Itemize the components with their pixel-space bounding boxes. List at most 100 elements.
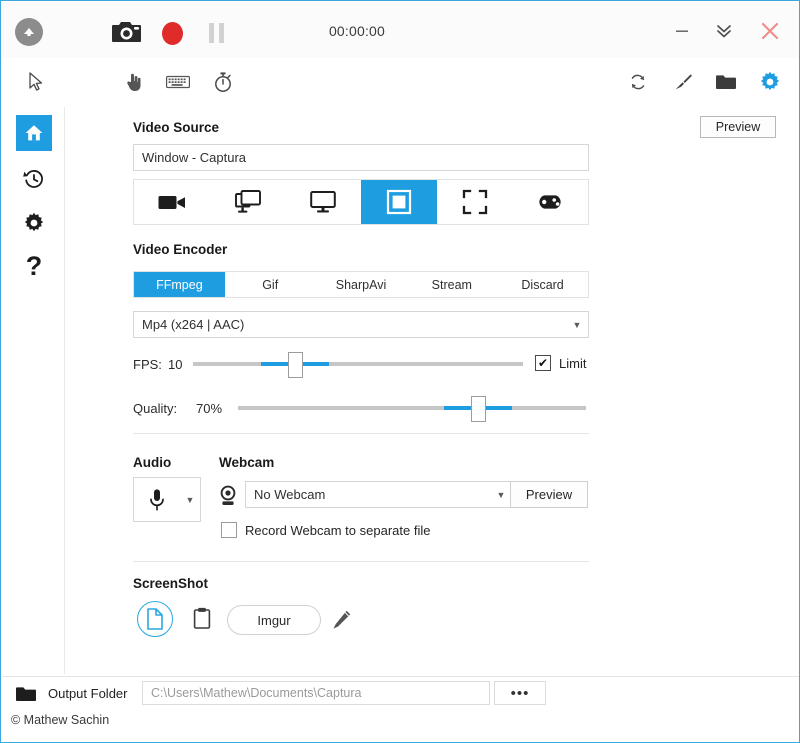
screenshot-button[interactable] xyxy=(111,19,143,45)
brush-button[interactable] xyxy=(667,66,699,98)
screenshot-edit-button[interactable] xyxy=(326,605,356,635)
video-encoder-title: Video Encoder xyxy=(133,242,227,257)
limit-checkbox-label: Limit xyxy=(559,356,586,371)
video-source-title: Video Source xyxy=(133,120,219,135)
settings-button[interactable] xyxy=(754,66,786,98)
logo-cloud-icon xyxy=(21,24,37,40)
credit-text: © Mathew Sachin xyxy=(11,713,109,727)
audio-source-select[interactable]: ▼ xyxy=(133,477,201,522)
quality-label: Quality: xyxy=(133,401,177,416)
stopwatch-icon xyxy=(213,71,233,93)
folder-button[interactable] xyxy=(710,66,742,98)
webcam-select[interactable]: No Webcam ▼ xyxy=(245,481,513,508)
folder-glyph xyxy=(15,685,37,703)
quality-slider-track xyxy=(238,406,586,410)
encoder-format-select[interactable]: Mp4 (x264 | AAC) ▼ xyxy=(133,311,589,338)
hand-pointer-button[interactable] xyxy=(117,66,149,98)
home-icon xyxy=(23,122,45,144)
clipboard-icon xyxy=(193,607,211,629)
folder-icon xyxy=(715,73,737,91)
record-webcam-separate-checkbox[interactable]: Record Webcam to separate file xyxy=(221,522,430,538)
record-webcam-checkbox-box xyxy=(221,522,237,538)
webcam-title: Webcam xyxy=(219,455,274,470)
main-panel: Video Source Window - Captura xyxy=(65,107,800,674)
close-icon xyxy=(759,20,781,42)
captura-logo[interactable] xyxy=(15,18,43,46)
record-button[interactable] xyxy=(158,20,186,46)
divider-screenshot xyxy=(133,561,589,562)
divider-audio xyxy=(133,433,589,434)
output-folder-label: Output Folder xyxy=(38,677,138,709)
quality-slider[interactable] xyxy=(238,398,586,418)
chevron-down-icon: ▼ xyxy=(490,490,512,500)
microphone-glyph xyxy=(148,488,166,512)
window-icon xyxy=(386,189,412,215)
fps-slider-thumb[interactable] xyxy=(288,352,303,378)
gamepad-icon xyxy=(536,194,564,210)
refresh-button[interactable] xyxy=(622,66,654,98)
video-encoder-tabs: FFmpeg Gif SharpAvi Stream Discard xyxy=(133,271,589,298)
fps-slider-track xyxy=(193,362,523,366)
tab-discard[interactable]: Discard xyxy=(497,272,588,297)
timer-button[interactable] xyxy=(207,66,239,98)
chevron-down-icon: ▼ xyxy=(566,320,588,330)
keyboard-button[interactable] xyxy=(162,66,194,98)
source-type-window[interactable] xyxy=(361,180,437,224)
webcam-icon xyxy=(218,485,238,512)
close-button[interactable] xyxy=(752,14,788,48)
title-bar: 00:00:00 xyxy=(2,2,800,58)
minimize-icon xyxy=(674,23,690,39)
recording-timer: 00:00:00 xyxy=(302,23,412,39)
source-type-multi-screen[interactable] xyxy=(210,180,286,224)
output-folder-path[interactable]: C:\Users\Mathew\Documents\Captura xyxy=(142,681,490,705)
screenshot-clipboard-button[interactable] xyxy=(187,603,217,633)
webcam-preview-button[interactable]: Preview xyxy=(510,481,588,508)
screenshot-title: ScreenShot xyxy=(133,576,208,591)
tab-stream[interactable]: Stream xyxy=(406,272,497,297)
pause-icon xyxy=(209,23,224,43)
question-mark-icon: ? xyxy=(26,253,43,280)
tab-sharpavi[interactable]: SharpAvi xyxy=(316,272,407,297)
source-type-video-camera[interactable] xyxy=(134,180,210,224)
source-type-gamepad[interactable] xyxy=(512,180,588,224)
sidebar-item-home[interactable] xyxy=(16,115,52,151)
output-folder-browse-button[interactable]: ••• xyxy=(494,681,546,705)
pause-button[interactable] xyxy=(203,20,229,46)
video-camera-icon xyxy=(158,192,186,212)
record-webcam-checkbox-label: Record Webcam to separate file xyxy=(245,523,430,538)
fps-value: 10 xyxy=(168,357,182,372)
chevron-down-icon: ▼ xyxy=(180,495,200,505)
limit-checkbox[interactable]: ✔ Limit xyxy=(535,355,586,371)
sidebar: ? xyxy=(2,107,65,674)
screenshot-save-to-disk-button[interactable] xyxy=(137,601,173,637)
encoder-format-value: Mp4 (x264 | AAC) xyxy=(134,317,566,332)
record-icon xyxy=(162,22,183,45)
video-source-value[interactable]: Window - Captura xyxy=(133,144,589,171)
tab-ffmpeg[interactable]: FFmpeg xyxy=(134,272,225,297)
sidebar-item-help[interactable]: ? xyxy=(16,248,52,284)
webcam-glyph xyxy=(218,485,238,507)
cursor-arrow-button[interactable] xyxy=(20,66,52,98)
webcam-value: No Webcam xyxy=(246,487,490,502)
double-chevron-down-icon xyxy=(714,21,734,41)
screenshot-imgur-button[interactable]: Imgur xyxy=(227,605,321,635)
folder-icon xyxy=(15,685,37,708)
tab-gif[interactable]: Gif xyxy=(225,272,316,297)
microphone-icon xyxy=(134,488,180,512)
source-type-region[interactable] xyxy=(437,180,513,224)
hand-pointer-icon xyxy=(124,72,142,92)
collapse-button[interactable] xyxy=(706,14,742,48)
sidebar-item-history[interactable] xyxy=(16,161,52,197)
cursor-arrow-icon xyxy=(27,72,45,92)
camera-icon xyxy=(112,20,142,44)
quality-slider-thumb[interactable] xyxy=(471,396,486,422)
source-type-screen[interactable] xyxy=(285,180,361,224)
sidebar-item-settings[interactable] xyxy=(16,205,52,241)
region-icon xyxy=(462,189,488,215)
fps-slider[interactable] xyxy=(193,354,523,374)
refresh-icon xyxy=(628,72,648,92)
video-source-type-strip xyxy=(133,179,589,225)
minimize-button[interactable] xyxy=(664,14,700,48)
output-bar: Output Folder C:\Users\Mathew\Documents\… xyxy=(2,676,800,708)
multi-screen-icon xyxy=(235,190,261,214)
